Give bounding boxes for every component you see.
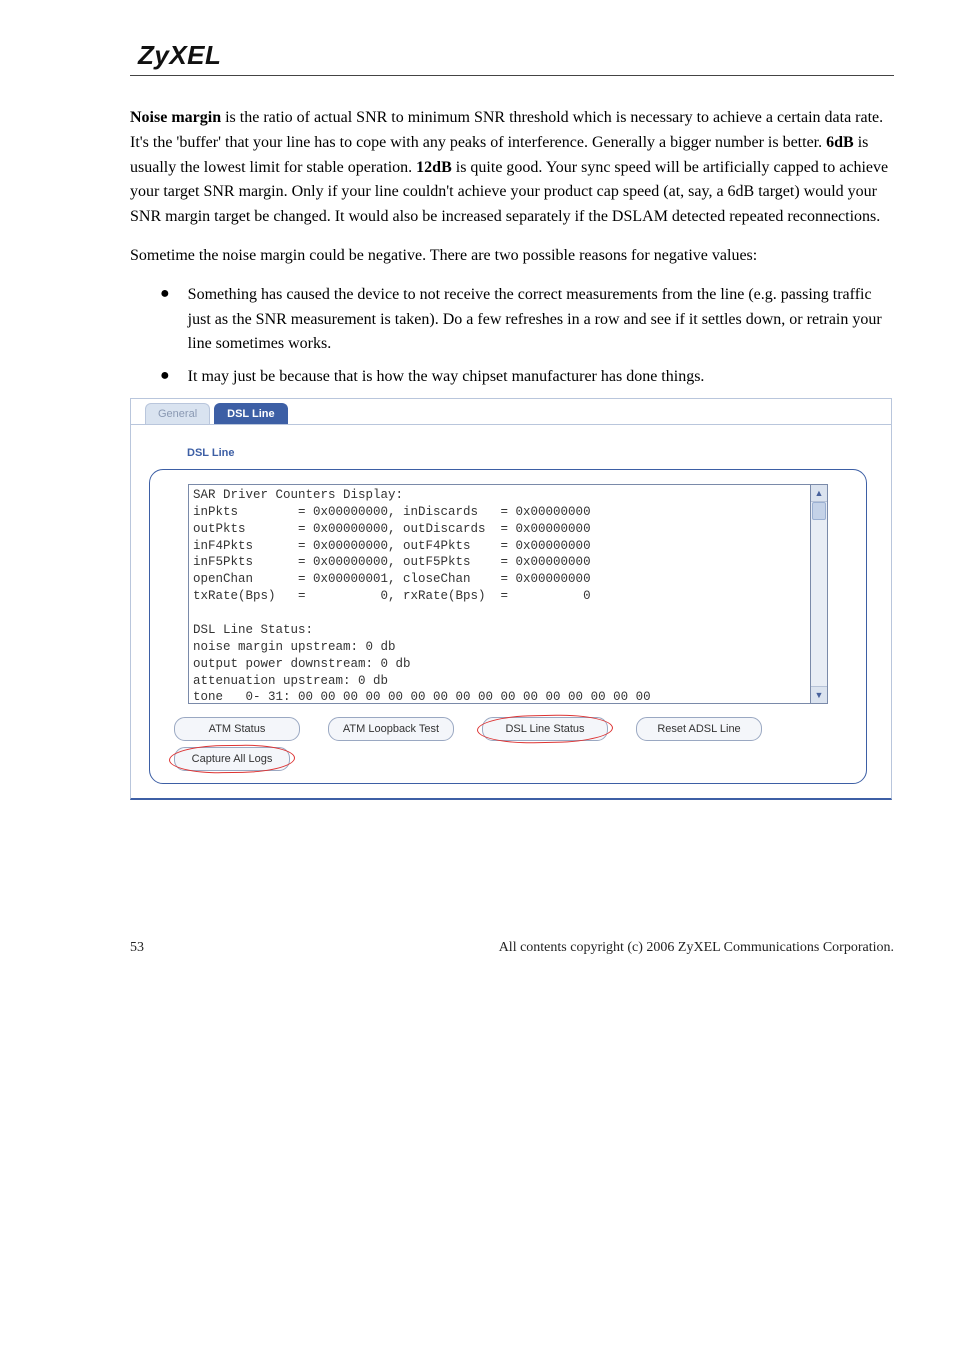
capture-all-logs-button[interactable]: Capture All Logs xyxy=(174,747,290,771)
bullet-icon: ● xyxy=(160,283,170,305)
panel-frame: SAR Driver Counters Display: inPkts = 0x… xyxy=(149,469,867,784)
dsl-console-output: SAR Driver Counters Display: inPkts = 0x… xyxy=(188,484,810,704)
text-segment: is the ratio of actual SNR to minimum SN… xyxy=(130,109,883,151)
list-item-text: Something has caused the device to not r… xyxy=(188,283,894,357)
scrollbar[interactable]: ▲ ▼ xyxy=(810,484,828,704)
list-item: ● It may just be because that is how the… xyxy=(160,365,894,390)
list-item: ● Something has caused the device to not… xyxy=(160,283,894,357)
list-item-text: It may just be because that is how the w… xyxy=(188,365,705,390)
bullet-icon: ● xyxy=(160,365,170,387)
scrollbar-thumb[interactable] xyxy=(812,502,826,520)
copyright-text: All contents copyright (c) 2006 ZyXEL Co… xyxy=(499,940,894,956)
term-noise-margin: Noise margin xyxy=(130,109,221,126)
page-number: 53 xyxy=(130,940,144,956)
panel-title: DSL Line xyxy=(131,425,891,465)
reset-adsl-line-button[interactable]: Reset ADSL Line xyxy=(636,717,762,741)
value-6db: 6dB xyxy=(826,134,854,151)
atm-status-button[interactable]: ATM Status xyxy=(174,717,300,741)
value-12db: 12dB xyxy=(416,159,452,176)
tab-dsl-line[interactable]: DSL Line xyxy=(214,403,287,424)
brand-logo: ZyXEL xyxy=(138,40,894,71)
bullet-list: ● Something has caused the device to not… xyxy=(160,283,894,357)
scroll-down-icon[interactable]: ▼ xyxy=(811,686,827,703)
page-footer: 53 All contents copyright (c) 2006 ZyXEL… xyxy=(130,940,894,956)
paragraph-negative-intro: Sometime the noise margin could be negat… xyxy=(130,244,894,269)
tab-bar: General DSL Line xyxy=(131,399,891,425)
paragraph-noise-margin: Noise margin is the ratio of actual SNR … xyxy=(130,106,894,230)
tab-general[interactable]: General xyxy=(145,403,210,424)
dsl-line-status-button[interactable]: DSL Line Status xyxy=(482,717,608,741)
scrollbar-track[interactable] xyxy=(811,502,827,686)
bullet-list: ● It may just be because that is how the… xyxy=(160,365,894,390)
scroll-up-icon[interactable]: ▲ xyxy=(811,485,827,502)
atm-loopback-test-button[interactable]: ATM Loopback Test xyxy=(328,717,454,741)
screenshot-dsl-line-panel: General DSL Line DSL Line SAR Driver Cou… xyxy=(130,398,892,800)
